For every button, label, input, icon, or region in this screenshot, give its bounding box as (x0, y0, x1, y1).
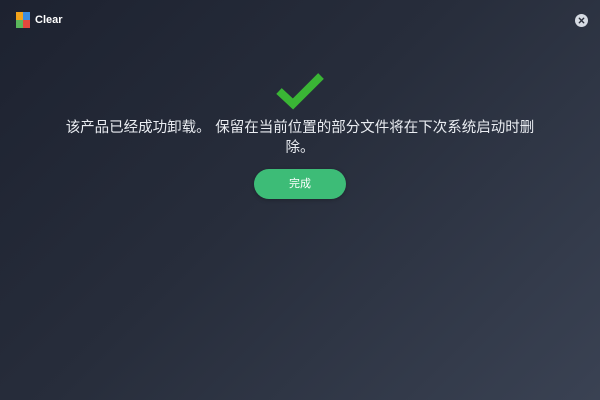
close-icon (578, 17, 585, 24)
app-title: Clear (35, 14, 63, 26)
title-bar: Clear (0, 0, 600, 40)
uninstall-success-message: 该产品已经成功卸载。 保留在当前位置的部分文件将在下次系统启动时删除。 (65, 120, 535, 156)
app-logo-icon (16, 12, 30, 28)
checkmark-icon (276, 73, 324, 110)
done-button[interactable]: 完成 (254, 169, 346, 199)
close-button[interactable] (575, 14, 588, 27)
uninstall-complete-window: Clear 该产品已经成功卸载。 保留在当前位置的部分文件将在下次系统启动时删除… (0, 0, 600, 400)
